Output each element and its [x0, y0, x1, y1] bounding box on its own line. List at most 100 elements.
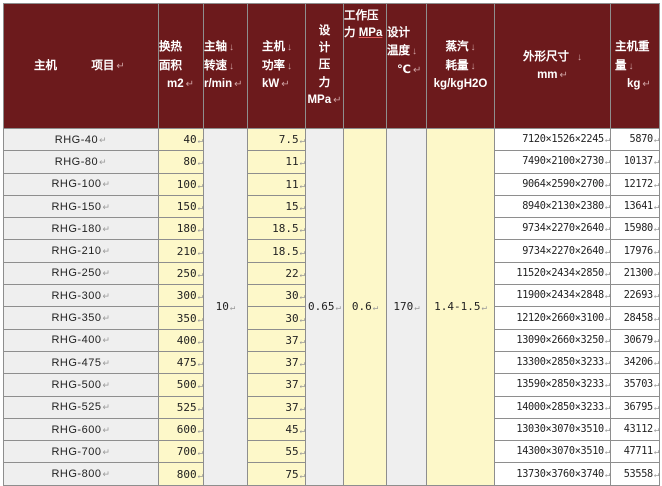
dimensions-cell-value: 13090×2660×3250: [516, 334, 604, 346]
header-speed-line1: 主轴: [204, 41, 228, 54]
area-cell: 100↵: [158, 172, 204, 196]
weight-cell: 15980↵: [610, 217, 660, 241]
power-cell-value: 37: [285, 356, 299, 370]
header-temp-unit: ℃: [397, 63, 411, 76]
dimensions-cell: 9734×2270×2640↵: [494, 239, 611, 263]
model-cell: RHG-250↵: [3, 261, 159, 286]
model-cell: RHG-700↵: [3, 440, 159, 464]
area-cell: 350↵: [158, 306, 204, 330]
power-cell: 37↵: [247, 328, 306, 352]
weight-cell-value: 22693: [623, 290, 653, 302]
area-cell-value: 500: [176, 378, 197, 392]
weight-cell: 17976↵: [610, 239, 660, 263]
model-cell: RHG-80↵: [3, 150, 159, 174]
working-pressure-cell-value: 0.6: [351, 300, 372, 314]
dimensions-cell-value: 8940×2130×2380: [522, 201, 604, 213]
area-cell: 700↵: [158, 440, 204, 464]
header-speed-unit: r/min: [204, 78, 233, 91]
area-cell: 180↵: [158, 217, 204, 241]
weight-cell-value: 17976: [623, 245, 653, 257]
weight-cell-value: 47711: [623, 446, 653, 458]
weight-cell-value: 21300: [623, 267, 653, 279]
dimensions-cell-value: 9734×2270×2640: [522, 245, 604, 257]
power-cell: 18.5↵: [247, 217, 306, 241]
power-cell: 11↵: [247, 172, 306, 196]
header-design-temp: 设计 温度 ↓ ℃ ↵: [386, 3, 427, 129]
header-weight: 主机重 量 ↓ kg ↵: [610, 3, 660, 129]
dimensions-cell: 7120×1526×2245↵: [494, 127, 611, 152]
weight-cell-value: 13641: [623, 201, 653, 213]
header-item: 项目: [91, 59, 115, 72]
table-body: RHG-40↵ 40↵ 10↵ 7.5↵ 0.65↵ 0.6↵ 170↵ 1.4-1.5↵ 71…: [3, 127, 660, 486]
dimensions-cell: 13590×2850×3233↵: [494, 373, 611, 397]
model-cell-value: RHG-40: [54, 133, 99, 146]
design-pressure-cell-value: 0.65: [308, 300, 335, 314]
power-cell-value: 7.5: [278, 133, 299, 147]
area-cell-value: 800: [176, 467, 197, 481]
dimensions-cell-value: 12120×2660×3100: [516, 312, 604, 324]
design-temp-cell-value: 170: [393, 300, 414, 314]
weight-cell: 10137↵: [610, 150, 660, 174]
model-cell-value: RHG-800: [51, 468, 102, 481]
dimensions-cell: 14300×3070×3510↵: [494, 440, 611, 464]
power-cell-value: 75: [285, 467, 299, 481]
model-cell: RHG-40↵: [3, 127, 159, 152]
power-cell-value: 37: [285, 400, 299, 414]
power-cell-value: 45: [285, 423, 299, 436]
weight-cell-value: 12172: [623, 178, 653, 190]
dimensions-cell-value: 13590×2850×3233: [516, 379, 604, 391]
dimensions-cell: 13030×3070×3510↵: [494, 417, 611, 442]
area-cell: 210↵: [158, 239, 204, 263]
area-cell-value: 525: [176, 400, 197, 414]
dimensions-cell-value: 11900×2434×2848: [516, 290, 604, 302]
spec-table: 主机 项目 ↵ 换热 面积 m2 ↵ 主轴 ↓ 转速 ↓ r/min ↵ 主机 ↓ 功率 ↓ …: [3, 3, 660, 486]
header-wp-line2: 力: [344, 27, 356, 40]
area-cell-value: 40: [183, 133, 197, 147]
model-cell: RHG-600↵: [3, 417, 159, 442]
model-cell: RHG-180↵: [3, 217, 159, 241]
model-cell: RHG-350↵: [3, 306, 159, 330]
header-area-line1: 换热: [159, 41, 183, 54]
weight-cell-value: 28458: [623, 312, 653, 324]
area-cell: 300↵: [158, 284, 204, 308]
model-cell-value: RHG-250: [51, 267, 102, 280]
header-wp-line1: 工作压: [344, 10, 379, 22]
power-cell: 18.5↵: [247, 239, 306, 263]
power-cell: 15↵: [247, 194, 306, 219]
model-cell: RHG-400↵: [3, 328, 159, 352]
model-cell-value: RHG-80: [54, 155, 99, 168]
model-cell-value: RHG-100: [51, 178, 102, 191]
header-power: 主机 ↓ 功率 ↓ kW ↵: [247, 3, 306, 129]
header-power-line2: 功率: [262, 59, 285, 72]
header-dp-line2: 计: [318, 42, 331, 55]
dimensions-cell: 13300×2850×3233↵: [494, 350, 611, 375]
header-dp-line3: 压: [318, 59, 331, 72]
power-cell: 30↵: [247, 306, 306, 330]
weight-cell-value: 5870: [629, 134, 654, 146]
dimensions-cell-value: 11520×2434×2850: [516, 267, 604, 279]
header-speed: 主轴 ↓ 转速 ↓ r/min ↵: [203, 3, 248, 129]
header-steam-unit: kg/kgH2O: [433, 78, 488, 91]
power-cell: 37↵: [247, 350, 306, 375]
area-cell: 600↵: [158, 417, 204, 442]
header-weight-line2: 量: [615, 59, 627, 72]
dimensions-cell: 12120×2660×3100↵: [494, 306, 611, 330]
weight-cell: 13641↵: [610, 194, 660, 219]
weight-cell: 34206↵: [610, 350, 660, 375]
model-cell: RHG-210↵: [3, 239, 159, 263]
area-cell: 475↵: [158, 350, 204, 375]
model-cell: RHG-100↵: [3, 172, 159, 196]
dimensions-cell-value: 7120×1526×2245: [522, 134, 604, 146]
dimensions-cell: 11520×2434×2850↵: [494, 261, 611, 286]
power-cell: 7.5↵: [247, 127, 306, 152]
weight-cell: 30679↵: [610, 328, 660, 352]
working-pressure-cell: 0.6↵: [343, 128, 387, 486]
area-cell-value: 80: [183, 155, 197, 169]
power-cell-value: 55: [285, 445, 299, 459]
area-cell-value: 400: [176, 333, 197, 347]
dimensions-cell: 11900×2434×2848↵: [494, 284, 611, 308]
header-dp-line1: 设: [318, 24, 331, 37]
power-cell-value: 37: [285, 378, 299, 392]
header-row: 主机 项目 ↵ 换热 面积 m2 ↵ 主轴 ↓ 转速 ↓ r/min ↵ 主机 ↓ 功率 ↓ …: [3, 3, 660, 129]
header-weight-line1: 主机重: [615, 41, 650, 54]
